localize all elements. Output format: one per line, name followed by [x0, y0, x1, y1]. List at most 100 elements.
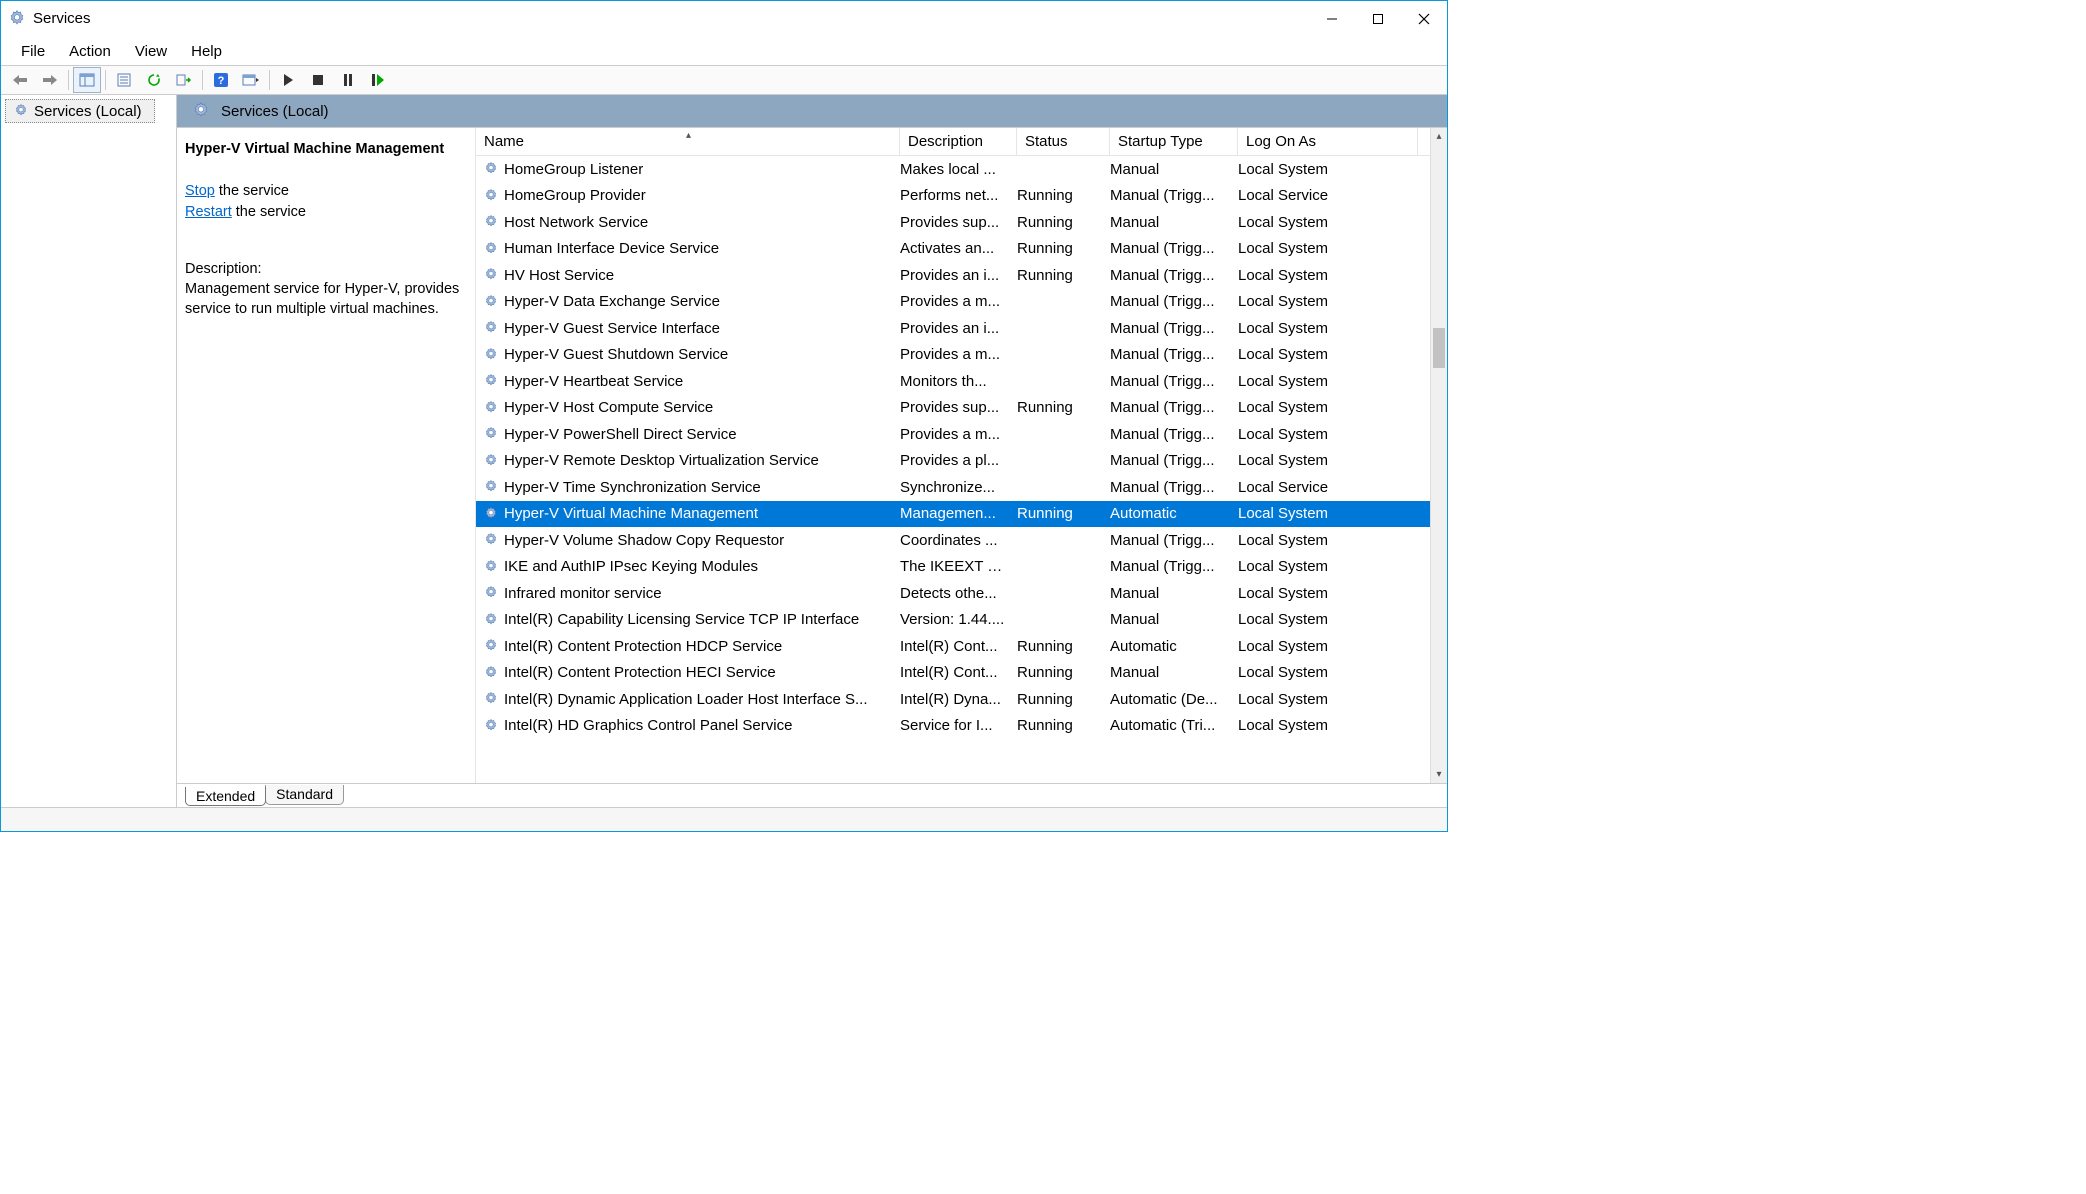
table-row[interactable]: Intel(R) HD Graphics Control Panel Servi…: [476, 713, 1447, 740]
description-text: Management service for Hyper-V, provides…: [185, 279, 463, 320]
table-row[interactable]: Host Network ServiceProvides sup...Runni…: [476, 209, 1447, 236]
column-header-status[interactable]: Status: [1017, 128, 1110, 155]
cell-name: Intel(R) Content Protection HECI Service: [504, 664, 900, 681]
app-icon: [7, 9, 27, 29]
gear-icon: [482, 399, 500, 417]
cell-logon: Local System: [1238, 293, 1418, 310]
cell-logon: Local System: [1238, 267, 1418, 284]
svg-text:?: ?: [218, 75, 225, 87]
cell-description: Coordinates ...: [900, 532, 1017, 549]
table-row[interactable]: IKE and AuthIP IPsec Keying ModulesThe I…: [476, 554, 1447, 581]
cell-startup: Manual: [1110, 585, 1238, 602]
cell-name: HomeGroup Listener: [504, 161, 900, 178]
menu-action[interactable]: Action: [57, 40, 123, 63]
table-row[interactable]: Intel(R) Capability Licensing Service TC…: [476, 607, 1447, 634]
start-service-button[interactable]: [274, 67, 302, 93]
cell-name: Intel(R) Capability Licensing Service TC…: [504, 611, 900, 628]
cell-status: Running: [1017, 638, 1110, 655]
restart-service-link[interactable]: Restart: [185, 204, 232, 220]
minimize-button[interactable]: [1309, 3, 1355, 35]
cell-name: HomeGroup Provider: [504, 187, 900, 204]
cell-description: Provides an i...: [900, 320, 1017, 337]
cell-name: Hyper-V Data Exchange Service: [504, 293, 900, 310]
show-hide-tree-button[interactable]: [73, 67, 101, 93]
table-row[interactable]: Hyper-V Remote Desktop Virtualization Se…: [476, 448, 1447, 475]
toolbar-sep: [202, 70, 203, 90]
table-row[interactable]: Intel(R) Dynamic Application Loader Host…: [476, 686, 1447, 713]
list-headers: ▴ Name Description Status Startup Type L…: [476, 128, 1447, 156]
help-button[interactable]: ?: [207, 67, 235, 93]
tab-extended[interactable]: Extended: [185, 787, 266, 806]
column-header-logon[interactable]: Log On As: [1238, 128, 1418, 155]
scroll-thumb[interactable]: [1433, 328, 1445, 368]
cell-startup: Manual: [1110, 611, 1238, 628]
column-header-startup[interactable]: Startup Type: [1110, 128, 1238, 155]
table-row[interactable]: Hyper-V Guest Service InterfaceProvides …: [476, 315, 1447, 342]
gear-icon: [482, 160, 500, 178]
cell-logon: Local System: [1238, 558, 1418, 575]
tree-node-services-local[interactable]: Services (Local): [5, 99, 155, 123]
cell-status: Running: [1017, 214, 1110, 231]
cell-name: Host Network Service: [504, 214, 900, 231]
maximize-button[interactable]: [1355, 3, 1401, 35]
table-row[interactable]: Hyper-V Data Exchange ServiceProvides a …: [476, 289, 1447, 316]
cell-description: The IKEEXT s...: [900, 558, 1017, 575]
service-list[interactable]: HomeGroup ListenerMakes local ...ManualL…: [476, 156, 1447, 783]
menu-help[interactable]: Help: [179, 40, 234, 63]
cell-name: Hyper-V Virtual Machine Management: [504, 505, 900, 522]
cell-description: Provides a pl...: [900, 452, 1017, 469]
cell-name: Hyper-V Host Compute Service: [504, 399, 900, 416]
table-row[interactable]: Hyper-V Guest Shutdown ServiceProvides a…: [476, 342, 1447, 369]
forward-arrow-icon: [41, 73, 59, 87]
cell-description: Provides a m...: [900, 426, 1017, 443]
table-row[interactable]: Hyper-V Time Synchronization ServiceSync…: [476, 474, 1447, 501]
scroll-down-icon[interactable]: ▾: [1431, 766, 1447, 783]
stop-service-button[interactable]: [304, 67, 332, 93]
table-row[interactable]: Infrared monitor serviceDetects othe...M…: [476, 580, 1447, 607]
cell-name: Intel(R) Content Protection HDCP Service: [504, 638, 900, 655]
table-row[interactable]: Hyper-V Heartbeat ServiceMonitors th...M…: [476, 368, 1447, 395]
table-row[interactable]: Human Interface Device ServiceActivates …: [476, 236, 1447, 263]
export-list-button[interactable]: [170, 67, 198, 93]
nav-forward-button[interactable]: [36, 67, 64, 93]
table-row[interactable]: Hyper-V Virtual Machine ManagementManage…: [476, 501, 1447, 528]
properties-button[interactable]: [110, 67, 138, 93]
table-row[interactable]: Hyper-V PowerShell Direct ServiceProvide…: [476, 421, 1447, 448]
view-tabs: Extended Standard: [177, 783, 1447, 807]
scroll-up-icon[interactable]: ▴: [1431, 128, 1447, 145]
restart-service-button[interactable]: [364, 67, 392, 93]
cell-startup: Manual (Trigg...: [1110, 452, 1238, 469]
gear-icon: [482, 452, 500, 470]
column-header-description[interactable]: Description: [900, 128, 1017, 155]
cell-name: IKE and AuthIP IPsec Keying Modules: [504, 558, 900, 575]
nav-back-button[interactable]: [6, 67, 34, 93]
cell-logon: Local System: [1238, 505, 1418, 522]
table-row[interactable]: HV Host ServiceProvides an i...RunningMa…: [476, 262, 1447, 289]
view-columns-button[interactable]: [237, 67, 265, 93]
table-row[interactable]: HomeGroup ListenerMakes local ...ManualL…: [476, 156, 1447, 183]
restart-icon: [371, 73, 385, 87]
menu-view[interactable]: View: [123, 40, 179, 63]
tab-standard[interactable]: Standard: [265, 785, 344, 805]
stop-service-link[interactable]: Stop: [185, 183, 215, 199]
gear-icon: [482, 240, 500, 258]
content-pane: Services (Local) Hyper-V Virtual Machine…: [177, 95, 1447, 807]
cell-name: Hyper-V Guest Shutdown Service: [504, 346, 900, 363]
table-row[interactable]: Intel(R) Content Protection HDCP Service…: [476, 633, 1447, 660]
menu-file[interactable]: File: [9, 40, 57, 63]
cell-logon: Local System: [1238, 585, 1418, 602]
pause-service-button[interactable]: [334, 67, 362, 93]
table-row[interactable]: HomeGroup ProviderPerforms net...Running…: [476, 183, 1447, 210]
close-icon: [1418, 13, 1430, 25]
cell-description: Version: 1.44....: [900, 611, 1017, 628]
refresh-button[interactable]: [140, 67, 168, 93]
close-button[interactable]: [1401, 3, 1447, 35]
toolbar-sep: [269, 70, 270, 90]
table-row[interactable]: Hyper-V Host Compute ServiceProvides sup…: [476, 395, 1447, 422]
body-area: Services (Local) Services (Local) Hyper-…: [1, 95, 1447, 807]
cell-logon: Local System: [1238, 452, 1418, 469]
table-row[interactable]: Hyper-V Volume Shadow Copy RequestorCoor…: [476, 527, 1447, 554]
vertical-scrollbar[interactable]: ▴ ▾: [1430, 128, 1447, 783]
table-row[interactable]: Intel(R) Content Protection HECI Service…: [476, 660, 1447, 687]
cell-status: Running: [1017, 691, 1110, 708]
